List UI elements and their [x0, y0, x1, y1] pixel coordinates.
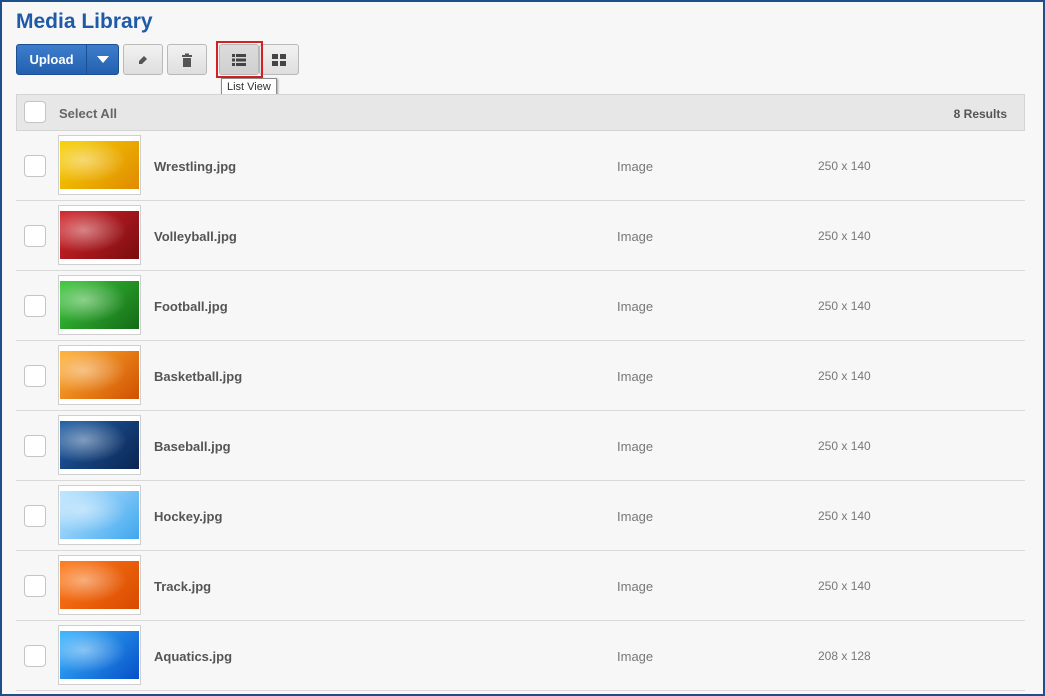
- media-thumbnail[interactable]: [58, 485, 141, 545]
- file-type: Image: [617, 649, 654, 664]
- file-type: Image: [617, 509, 654, 524]
- file-dimensions: 250 x 140: [818, 439, 871, 453]
- thumbnail-image: [60, 141, 139, 189]
- media-library-window: Media Library Upload List View Select Al…: [0, 0, 1045, 696]
- row-checkbox[interactable]: [24, 645, 46, 667]
- upload-split-button[interactable]: Upload: [16, 44, 119, 75]
- file-type: Image: [617, 299, 654, 314]
- list-header: Select All 8 Results: [16, 94, 1025, 131]
- file-type: Image: [617, 229, 654, 244]
- delete-button[interactable]: [167, 44, 207, 75]
- list-view-highlight: [216, 41, 263, 78]
- file-dimensions: 208 x 128: [818, 649, 871, 663]
- file-name[interactable]: Aquatics.jpg: [154, 649, 232, 664]
- file-name[interactable]: Hockey.jpg: [154, 509, 222, 524]
- grid-view-icon: [272, 53, 286, 66]
- trash-icon: [182, 53, 192, 67]
- media-thumbnail[interactable]: [58, 205, 141, 265]
- upload-button[interactable]: Upload: [17, 45, 87, 74]
- media-thumbnail[interactable]: [58, 625, 141, 685]
- file-dimensions: 250 x 140: [818, 509, 871, 523]
- file-type: Image: [617, 159, 654, 174]
- media-row[interactable]: Volleyball.jpg Image 250 x 140: [16, 201, 1025, 271]
- thumbnail-image: [60, 421, 139, 469]
- row-checkbox[interactable]: [24, 505, 46, 527]
- results-count: 8 Results: [953, 107, 1007, 121]
- media-thumbnail[interactable]: [58, 135, 141, 195]
- pencil-icon: [139, 55, 147, 64]
- page-title: Media Library: [16, 10, 153, 33]
- media-thumbnail[interactable]: [58, 275, 141, 335]
- upload-menu-toggle[interactable]: [87, 45, 118, 74]
- grid-view-button[interactable]: [259, 44, 299, 75]
- thumbnail-image: [60, 281, 139, 329]
- edit-button[interactable]: [123, 44, 163, 75]
- caret-down-icon: [96, 56, 109, 63]
- row-checkbox[interactable]: [24, 225, 46, 247]
- row-checkbox[interactable]: [24, 365, 46, 387]
- file-type: Image: [617, 439, 654, 454]
- media-list: Wrestling.jpg Image 250 x 140 Volleyball.jp…: [16, 131, 1025, 691]
- row-checkbox[interactable]: [24, 435, 46, 457]
- media-thumbnail[interactable]: [58, 555, 141, 615]
- select-all-label[interactable]: Select All: [59, 106, 117, 121]
- file-dimensions: 250 x 140: [818, 369, 871, 383]
- media-row[interactable]: Wrestling.jpg Image 250 x 140: [16, 131, 1025, 201]
- row-checkbox[interactable]: [24, 295, 46, 317]
- file-dimensions: 250 x 140: [818, 579, 871, 593]
- thumbnail-image: [60, 491, 139, 539]
- media-row[interactable]: Baseball.jpg Image 250 x 140: [16, 411, 1025, 481]
- row-checkbox[interactable]: [24, 155, 46, 177]
- media-row[interactable]: Track.jpg Image 250 x 140: [16, 551, 1025, 621]
- media-row[interactable]: Basketball.jpg Image 250 x 140: [16, 341, 1025, 411]
- thumbnail-image: [60, 561, 139, 609]
- row-checkbox[interactable]: [24, 575, 46, 597]
- thumbnail-image: [60, 351, 139, 399]
- file-type: Image: [617, 369, 654, 384]
- file-dimensions: 250 x 140: [818, 159, 871, 173]
- file-dimensions: 250 x 140: [818, 299, 871, 313]
- file-type: Image: [617, 579, 654, 594]
- select-all-checkbox[interactable]: [24, 101, 46, 123]
- media-thumbnail[interactable]: [58, 345, 141, 405]
- file-name[interactable]: Wrestling.jpg: [154, 159, 236, 174]
- media-row[interactable]: Football.jpg Image 250 x 140: [16, 271, 1025, 341]
- file-name[interactable]: Football.jpg: [154, 299, 228, 314]
- file-name[interactable]: Baseball.jpg: [154, 439, 231, 454]
- file-name[interactable]: Basketball.jpg: [154, 369, 242, 384]
- media-row[interactable]: Hockey.jpg Image 250 x 140: [16, 481, 1025, 551]
- file-dimensions: 250 x 140: [818, 229, 871, 243]
- thumbnail-image: [60, 631, 139, 679]
- thumbnail-image: [60, 211, 139, 259]
- file-name[interactable]: Track.jpg: [154, 579, 211, 594]
- media-thumbnail[interactable]: [58, 415, 141, 475]
- file-name[interactable]: Volleyball.jpg: [154, 229, 237, 244]
- media-row[interactable]: Aquatics.jpg Image 208 x 128: [16, 621, 1025, 691]
